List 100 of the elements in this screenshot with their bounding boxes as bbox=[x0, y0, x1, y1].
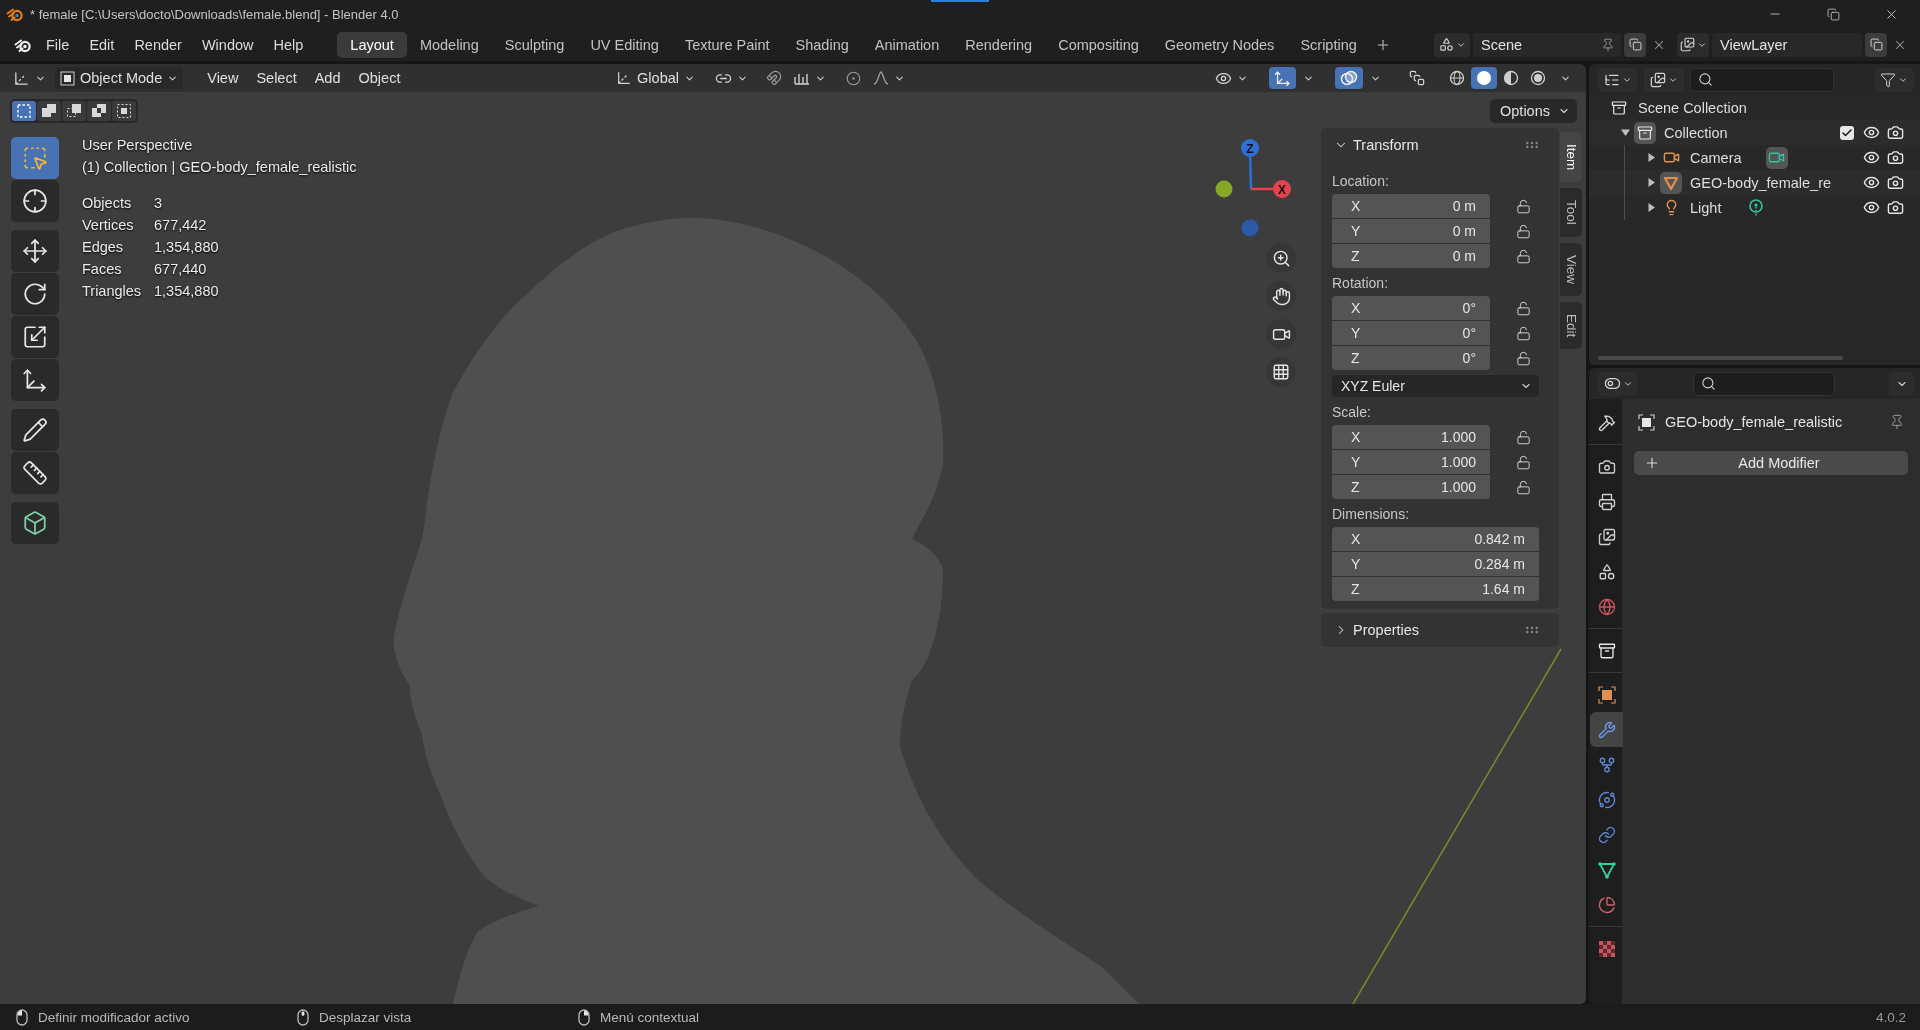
globe-icon bbox=[1597, 597, 1616, 616]
menu-item[interactable]: Add bbox=[306, 67, 349, 89]
options-button[interactable] bbox=[1889, 371, 1914, 396]
transform-icon bbox=[22, 367, 48, 393]
number-field[interactable]: Y 1.000 bbox=[1332, 450, 1490, 474]
scene-type-button[interactable] bbox=[1434, 32, 1470, 57]
menu-item[interactable]: View bbox=[199, 67, 247, 89]
outliner-row[interactable]: Collection bbox=[1589, 120, 1920, 145]
new-view-layer-button[interactable] bbox=[1865, 32, 1887, 57]
property-label: Location: bbox=[1332, 173, 1390, 189]
menu-item[interactable]: Edit bbox=[79, 31, 125, 58]
number-field[interactable]: X 0 m bbox=[1332, 194, 1490, 218]
number-field[interactable]: Z 1.000 bbox=[1332, 475, 1490, 499]
number-field[interactable]: Y 0.284 m bbox=[1332, 552, 1539, 576]
number-field[interactable]: Z 0 m bbox=[1332, 244, 1490, 268]
object-name-label: GEO-body_female_realistic bbox=[1665, 414, 1843, 430]
camera-view-button[interactable] bbox=[1266, 319, 1296, 349]
axis-dot[interactable] bbox=[1241, 219, 1259, 237]
sidebar-tab[interactable]: Item bbox=[1560, 132, 1582, 183]
pan-button[interactable] bbox=[1266, 281, 1296, 311]
move-tool[interactable] bbox=[11, 230, 59, 272]
object-mode-dropdown[interactable]: Object Mode bbox=[55, 67, 184, 89]
rotate-tool[interactable] bbox=[11, 273, 59, 315]
new-scene-button[interactable] bbox=[1624, 32, 1646, 57]
editor-type-button[interactable] bbox=[1598, 371, 1638, 396]
context-path: (1) Collection | GEO-body_female_realistic bbox=[82, 158, 357, 177]
menu-item[interactable]: Render bbox=[124, 31, 192, 58]
workspace-tab[interactable]: Scripting bbox=[1287, 31, 1370, 58]
stat-value: 1,354,880 bbox=[154, 238, 220, 257]
search-field[interactable] bbox=[1690, 67, 1834, 92]
sidebar-tab[interactable]: View bbox=[1560, 243, 1582, 297]
workspace-tab[interactable]: Compositing bbox=[1045, 31, 1152, 58]
view-name: User Perspective bbox=[82, 136, 194, 155]
number-field[interactable]: X 1.000 bbox=[1332, 425, 1490, 449]
stacked-squares-icon bbox=[1409, 70, 1425, 86]
menu-item[interactable]: Select bbox=[248, 67, 305, 89]
scene-name-field[interactable]: Scene bbox=[1473, 32, 1621, 57]
selection-mode-button[interactable] bbox=[112, 101, 136, 121]
workspace-tab[interactable]: UV Editing bbox=[577, 31, 672, 58]
material-sphere-icon bbox=[1503, 70, 1519, 86]
menu-item[interactable]: Window bbox=[191, 31, 264, 58]
number-field[interactable]: Y 0 m bbox=[1332, 219, 1490, 243]
view-layer-type-button[interactable] bbox=[1677, 32, 1709, 57]
workspace-tab[interactable]: Sculpting bbox=[491, 31, 578, 58]
selection-mode-button[interactable] bbox=[12, 101, 36, 121]
selection-mode-button[interactable] bbox=[62, 101, 86, 121]
scale-tool[interactable] bbox=[11, 316, 59, 358]
video-camera-icon[interactable] bbox=[1765, 146, 1788, 169]
selection-mode-button[interactable] bbox=[37, 101, 61, 121]
sidebar-tab[interactable]: Edit bbox=[1560, 302, 1582, 350]
workspace-tab[interactable]: Shading bbox=[782, 31, 862, 58]
shading-mode-button[interactable] bbox=[1471, 67, 1497, 89]
number-field[interactable]: X 0.842 m bbox=[1332, 527, 1539, 551]
zoom-in-icon bbox=[1271, 248, 1291, 268]
gizmo-toggle[interactable] bbox=[1269, 67, 1296, 89]
search-field[interactable] bbox=[1692, 371, 1835, 396]
zoom-button[interactable] bbox=[1266, 243, 1296, 273]
number-field[interactable]: Z 1.64 m bbox=[1332, 577, 1539, 601]
menu-item[interactable]: Help bbox=[263, 31, 314, 58]
number-field[interactable]: Y 0° bbox=[1332, 321, 1490, 345]
selection-mode-button[interactable] bbox=[87, 101, 111, 121]
axis-handle[interactable]: Z bbox=[1241, 139, 1259, 190]
editor-type-button[interactable] bbox=[1598, 67, 1638, 92]
stat-value: 677,440 bbox=[154, 260, 208, 279]
add-modifier-button[interactable]: Add Modifier bbox=[1634, 451, 1908, 475]
branch-icon bbox=[1597, 755, 1616, 774]
cursor-tool[interactable] bbox=[11, 180, 59, 222]
options-dropdown[interactable]: Options bbox=[1490, 99, 1577, 123]
overlays-toggle[interactable] bbox=[1335, 67, 1363, 89]
rotation-mode-dropdown[interactable]: XYZ Euler bbox=[1332, 375, 1539, 397]
number-field[interactable]: X 0° bbox=[1332, 296, 1490, 320]
panel-header[interactable]: Transform bbox=[1332, 132, 1540, 158]
ortho-view-button[interactable] bbox=[1266, 357, 1296, 387]
wireframe-sphere-icon bbox=[1449, 70, 1465, 86]
measure-tool[interactable] bbox=[11, 452, 59, 494]
workspace-tab[interactable]: Rendering bbox=[952, 31, 1046, 58]
view-layer-name-field[interactable]: ViewLayer bbox=[1712, 32, 1862, 57]
transform-tool[interactable] bbox=[11, 359, 59, 401]
workspace-tab[interactable]: Texture Paint bbox=[671, 31, 783, 58]
number-field[interactable]: Z 0° bbox=[1332, 346, 1490, 370]
display-mode-button[interactable] bbox=[1644, 67, 1684, 92]
workspace-tab[interactable]: Modeling bbox=[406, 31, 492, 58]
workspace-tab[interactable]: Geometry Nodes bbox=[1151, 31, 1288, 58]
sidebar-tab[interactable]: Tool bbox=[1560, 188, 1582, 238]
filter-button[interactable] bbox=[1874, 67, 1914, 92]
outliner-row[interactable]: GEO-body_female_re bbox=[1589, 170, 1920, 195]
axis-handle[interactable]: X bbox=[1251, 180, 1291, 198]
checkbox[interactable] bbox=[1840, 125, 1854, 140]
menu-item[interactable]: File bbox=[36, 31, 80, 58]
status-hint: Menú contextual bbox=[600, 1009, 700, 1025]
workspace-tab[interactable]: Animation bbox=[861, 31, 953, 58]
add-cube-tool[interactable] bbox=[11, 502, 59, 544]
magnet-icon bbox=[766, 70, 782, 86]
axis-dot[interactable] bbox=[1215, 180, 1233, 198]
annotate-tool[interactable] bbox=[11, 409, 59, 451]
horizontal-scrollbar[interactable] bbox=[1598, 356, 1843, 360]
menu-item[interactable]: Object bbox=[350, 67, 409, 89]
mouse-icon bbox=[297, 1008, 309, 1026]
workspace-tab[interactable]: Layout bbox=[337, 31, 407, 58]
orientation-dropdown[interactable]: Global bbox=[611, 67, 700, 89]
